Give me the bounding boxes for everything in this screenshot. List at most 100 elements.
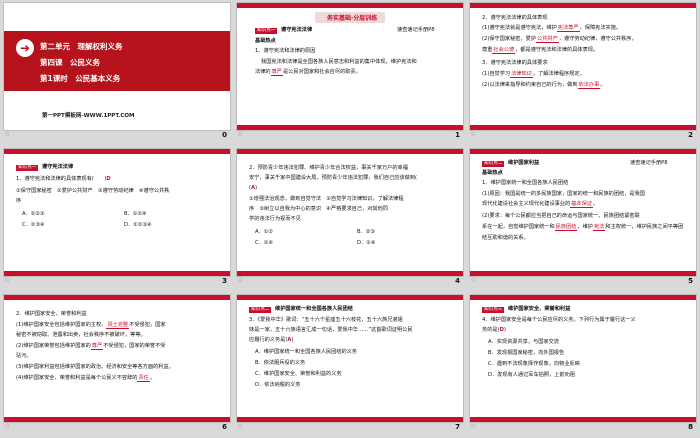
top-bar: [470, 149, 696, 154]
option-b: B．②③: [357, 229, 376, 235]
reference-note: 速查速记手册P8: [630, 160, 668, 166]
topic-tag: 知识点一: [16, 165, 39, 171]
option-b: B．发现报国家秘密，向外国报告: [488, 350, 565, 356]
answer-letter: D: [106, 176, 111, 182]
footer-site: 第一PPT模板网-WWW.1PPT.COM: [42, 113, 135, 119]
text-line: 结互助和谐的关系。: [482, 235, 529, 241]
slide-number: 5: [688, 277, 693, 285]
slide-cell-8[interactable]: 知识点三 维护国家安全、荣誉和利益 4．维护国家安全是每个公民应尽的义务。下列行…: [466, 292, 699, 438]
answer-blank: 宪法: [592, 224, 606, 231]
slide-thumbnail-1[interactable]: 务实基础·分层训练 知识点一 遵守宪法法律 速查速记手册P8 基础热点 1．遵守…: [236, 2, 464, 131]
slide-thumbnail-4[interactable]: 2．预防青少年违法犯罪、维护青少年合法权益，事关千家万户的幸福 安宁，事关千家中…: [236, 148, 464, 277]
bottom-bar: [237, 417, 463, 422]
text-line: (1)原因：我国是统一的多民族国家，国家的统一和民族的团结，是我国: [482, 191, 645, 197]
text-line: (2)要求：每个公民都应当把自己的命运与国家统一、民族团结紧密联: [482, 213, 640, 219]
slide-number: 1: [455, 131, 460, 139]
option-d: D．发现有人通过军车拍照，上前劝阻: [488, 372, 575, 378]
bottom-bar: [4, 417, 230, 422]
slide-thumbnail-3[interactable]: 知识点一 遵守宪法法律 1．遵守宪法和法律的具体表现有( )D ①保守国家秘密 …: [3, 148, 231, 277]
star-icon[interactable]: ☆: [237, 276, 243, 284]
question-line: 3．《爱我中华》歌词：“五十六个星座五十六枝花，五十六族兄弟姐: [249, 317, 403, 323]
top-bar: [4, 295, 230, 300]
arrow-right-icon: ➜: [16, 39, 34, 57]
text-line: 现代化建设社会主义现代化建设事业的基本保证。: [482, 201, 599, 208]
star-icon[interactable]: ☆: [470, 130, 476, 138]
answer-blank: 民族团结: [554, 224, 578, 231]
text-line: (1)遵守宪法就是遵守宪法，维护宪法尊严，保障宪法实施。: [482, 25, 622, 32]
top-bar: [237, 149, 463, 154]
topic-heading: 遵守宪法法律: [42, 164, 74, 170]
option-text: 序: [16, 198, 22, 204]
question-line: 1．遵守宪法和法律的原因: [255, 48, 316, 54]
answer-blank: 社会公德: [492, 47, 516, 54]
answer-letter: A: [251, 185, 256, 191]
star-icon[interactable]: ☆: [237, 422, 243, 430]
slide-thumbnail-8[interactable]: 知识点三 维护国家安全、荣誉和利益 4．维护国家安全是每个公民应尽的义务。下列行…: [469, 294, 697, 423]
slide-cell-7[interactable]: 知识点二 维护国家统一和全国各族人民团结 3．《爱我中华》歌词：“五十六个星座五…: [233, 292, 466, 438]
bottom-bar: [470, 271, 696, 276]
topic-heading: 维护国家统一和全国各族人民团结: [275, 306, 353, 312]
star-icon[interactable]: ☆: [4, 422, 10, 430]
section-title: 第1课时 公民基本义务: [40, 74, 121, 83]
text-line: (3)维护国家利益包括维护国家的政治、经济和安全等各方面的利益。: [16, 364, 174, 370]
star-icon[interactable]: ☆: [4, 130, 10, 138]
question-line: 安宁，事关千家中国建设大局。预防青少年违法犯罪，我们自己应该做到(: [249, 175, 418, 181]
star-icon[interactable]: ☆: [4, 276, 10, 284]
text-line: 我国宪法和法律是全国各族人民意志和利益的集中体现，维护宪法和: [261, 59, 417, 65]
text-line: 尊重社会公德，都是遵守宪法和法律的具体表现。: [482, 47, 599, 54]
option-d: D．①②③④: [124, 222, 152, 228]
slide-number: 7: [455, 423, 460, 431]
option-c: C．遇到不法现象择作现象，向物业反映: [488, 361, 580, 367]
star-icon[interactable]: ☆: [470, 422, 476, 430]
option-c: C．②③④: [22, 222, 45, 228]
topic-heading: 维护国家安全、荣誉和利益: [508, 306, 571, 312]
answer-blank: 基本保证: [570, 201, 593, 208]
slide-number: 0: [222, 131, 227, 139]
slide-thumbnail-6[interactable]: 2．维护国家安全、荣誉和利益 (1)维护国家安全包括维护国家的主权、领土完整不受…: [3, 294, 231, 423]
topic-heading: 遵守宪法法律: [281, 27, 313, 33]
option-a: A．①②③: [22, 211, 45, 217]
option-c: C．维护国家安全、荣誉和利益的义务: [255, 371, 342, 377]
slide-cell-6[interactable]: 2．维护国家安全、荣誉和利益 (1)维护国家安全包括维护国家的主权、领土完整不受…: [0, 292, 233, 438]
bottom-bar: [237, 271, 463, 276]
bottom-bar: [237, 125, 463, 130]
option-text: ①保守国家秘密 ②爱护公共财产 ③遵守劳动纪律 ④遵守公共秩: [16, 188, 170, 194]
slide-thumbnail-7[interactable]: 知识点二 维护国家统一和全国各族人民团结 3．《爱我中华》歌词：“五十六个星座五…: [236, 294, 464, 423]
bottom-bar: [470, 417, 696, 422]
slide-thumbnail-5[interactable]: 知识点二 维护国家利益 速查速记手册P8 基础热点 1．维护国家统一和全国各族人…: [469, 148, 697, 277]
question-line: 2．预防青少年违法犯罪、维护青少年合法权益，事关千家万户的幸福: [249, 165, 408, 171]
slide-cell-1[interactable]: 务实基础·分层训练 知识点一 遵守宪法法律 速查速记手册P8 基础热点 1．遵守…: [233, 0, 466, 146]
option-text: 序 ③树立以自我为中心的意识 ④严格要求自己，对其他同: [249, 206, 388, 212]
text-line: (2)维护国家荣誉包括维护国家的尊严不受侵犯，国家的荣誉不受: [16, 343, 166, 350]
lesson-title: 第四课 公民义务: [40, 58, 100, 67]
banner-text: 务实基础·分层训练: [327, 15, 378, 22]
slide-cell-4[interactable]: 2．预防青少年违法犯罪、维护青少年合法权益，事关千家万户的幸福 安宁，事关千家中…: [233, 146, 466, 292]
answer-blank: 宪法尊严: [556, 25, 580, 32]
question-line: 2．维护国家安全、荣誉和利益: [16, 311, 87, 317]
option-a: A．①②: [255, 229, 274, 235]
text-line: (2)保守国家秘密，爱护公共财产，遵守劳动纪律，遵守公共秩序，: [482, 36, 637, 43]
slide-cell-5[interactable]: 知识点二 维护国家利益 速查速记手册P8 基础热点 1．维护国家统一和全国各族人…: [466, 146, 699, 292]
answer-blank: 依法办事: [577, 82, 601, 89]
unit-title: 第二单元 理解权利义务: [40, 42, 123, 51]
star-icon[interactable]: ☆: [470, 276, 476, 284]
slide-cell-2[interactable]: 2．遵守宪法法律的具体表现 (1)遵守宪法就是遵守宪法，维护宪法尊严，保障宪法实…: [466, 0, 699, 146]
question-line: 务的是(D): [482, 327, 506, 333]
answer-letter: D: [499, 327, 504, 333]
star-icon[interactable]: ☆: [237, 130, 243, 138]
answer-line: (A): [249, 185, 258, 191]
top-bar: [237, 295, 463, 300]
option-c: C．②④: [255, 240, 274, 246]
slide-number: 8: [688, 423, 693, 431]
question-line: 应履行的义务是(A): [249, 337, 294, 343]
reference-note: 速查速记手册P8: [397, 27, 435, 33]
slide-thumbnail-2[interactable]: 2．遵守宪法法律的具体表现 (1)遵守宪法就是遵守宪法，维护宪法尊严，保障宪法实…: [469, 2, 697, 131]
bottom-bar: [4, 271, 230, 276]
text-line: 秘密不被窃取、泄露和出卖，社会秩序不被破坏，等等。: [16, 332, 146, 338]
topic-tag: 知识点三: [482, 307, 505, 313]
slide-cell-3[interactable]: 知识点一 遵守宪法法律 1．遵守宪法和法律的具体表现有( )D ①保守国家秘密 …: [0, 146, 233, 292]
slide-thumbnail-0[interactable]: ➜ 第二单元 理解权利义务 第四课 公民义务 第1课时 公民基本义务 第一PPT…: [3, 2, 231, 131]
question-line: 1．遵守宪法和法律的具体表现有( )D: [16, 176, 111, 182]
slide-cell-0[interactable]: ➜ 第二单元 理解权利义务 第四课 公民义务 第1课时 公民基本义务 第一PPT…: [0, 0, 233, 146]
option-text: ①增强法治观念，做到自觉守法 ②自觉学习法律知识，了解法律程: [249, 196, 404, 202]
